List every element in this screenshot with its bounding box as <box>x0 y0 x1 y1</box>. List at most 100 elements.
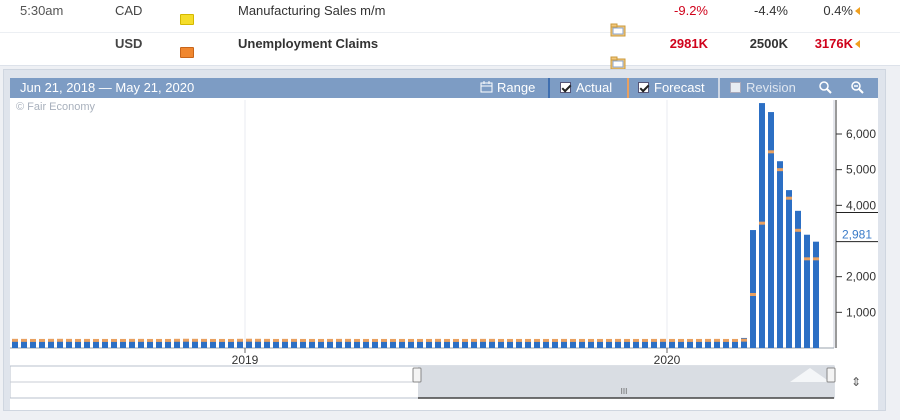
detail-folder-icon[interactable] <box>610 44 626 70</box>
bar-forecast-marker <box>786 196 792 200</box>
forecast-toggle[interactable]: Forecast <box>638 78 705 98</box>
bar-forecast-marker <box>615 338 621 342</box>
bar-forecast-marker <box>345 338 351 342</box>
bar-actual[interactable] <box>750 230 756 348</box>
y-tick-label: 4,000 <box>846 198 876 212</box>
bar-forecast-marker <box>705 338 711 342</box>
bar-forecast-marker <box>741 338 747 342</box>
event-currency: CAD <box>115 3 143 18</box>
revision-toggle-label: Revision <box>746 80 796 95</box>
impact-low-icon[interactable] <box>180 14 194 25</box>
scrollbar-grip-icon[interactable]: III <box>621 387 628 396</box>
x-tick-label: 2019 <box>232 353 259 367</box>
bar-forecast-marker <box>219 338 225 342</box>
range-handle-left[interactable] <box>412 367 422 383</box>
last-value-label: 2,981 <box>842 228 872 242</box>
bar-forecast-marker <box>534 338 540 342</box>
previous-value: 0.4% <box>790 0 860 22</box>
bar-forecast-marker <box>246 338 252 342</box>
actual-toggle-label: Actual <box>576 80 613 95</box>
chart-area: 1,000 2,000 4,000 5,000 6,000 2,981 2019 2020 II… <box>10 98 878 410</box>
bar-forecast-marker <box>201 338 207 342</box>
bar-forecast-marker <box>444 338 450 342</box>
bar-forecast-marker <box>795 228 801 232</box>
bar-forecast-marker <box>237 338 243 342</box>
range-button[interactable]: Range <box>480 78 535 98</box>
bar-forecast-marker <box>552 338 558 342</box>
bar-forecast-marker <box>111 338 117 342</box>
bar-forecast-marker <box>309 338 315 342</box>
bar-forecast-marker <box>498 338 504 342</box>
bar-forecast-marker <box>210 338 216 342</box>
bar-forecast-marker <box>669 338 675 342</box>
impact-medium-icon[interactable] <box>180 47 194 58</box>
bar-chart: 1,000 2,000 4,000 5,000 6,000 2,981 2019 2020 II… <box>10 98 878 399</box>
zoom-out-button[interactable] <box>850 78 864 98</box>
zoom-in-button[interactable] <box>818 78 832 98</box>
checkbox-checked-icon <box>638 82 649 93</box>
bar-forecast-marker <box>372 338 378 342</box>
calendar-icon <box>480 81 493 93</box>
bar-forecast-marker <box>156 338 162 342</box>
revision-toggle[interactable]: Revision <box>730 78 796 98</box>
bar-forecast-marker <box>57 338 63 342</box>
bar-forecast-marker <box>588 338 594 342</box>
bar-forecast-marker <box>21 338 27 342</box>
bar-forecast-marker <box>714 338 720 342</box>
forecast-value: -4.4% <box>754 3 788 18</box>
revision-arrow-icon <box>855 40 860 48</box>
chart-toolbar: Jun 21, 2018 — May 21, 2020 Range Actual… <box>10 78 878 98</box>
zoom-out-icon <box>851 81 864 94</box>
detail-folder-icon[interactable] <box>610 11 626 37</box>
bar-forecast-marker <box>462 338 468 342</box>
bar-forecast-marker <box>777 168 783 172</box>
bar-actual[interactable] <box>777 161 783 348</box>
bar-forecast-marker <box>282 338 288 342</box>
bar-forecast-marker <box>570 338 576 342</box>
bar-forecast-marker <box>300 338 306 342</box>
bar-forecast-marker <box>39 338 45 342</box>
bar-forecast-marker <box>696 338 702 342</box>
bar-forecast-marker <box>48 338 54 342</box>
event-time: 5:30am <box>20 3 64 18</box>
bar-forecast-marker <box>507 338 513 342</box>
previous-value: 3176K <box>790 22 860 55</box>
copyright-text: © Fair Economy <box>16 101 96 113</box>
bar-forecast-marker <box>93 338 99 342</box>
bar-actual[interactable] <box>768 112 774 348</box>
bar-forecast-marker <box>732 338 738 342</box>
bar-forecast-marker <box>354 338 360 342</box>
event-name[interactable]: Unemployment Claims <box>238 22 378 55</box>
bar-actual[interactable] <box>804 234 810 348</box>
toolbar-divider <box>548 78 550 98</box>
bar-forecast-marker <box>579 338 585 342</box>
bar-forecast-marker <box>543 338 549 342</box>
bar-forecast-marker <box>264 338 270 342</box>
bar-forecast-marker <box>147 338 153 342</box>
bar-forecast-marker <box>606 338 612 342</box>
bar-forecast-marker <box>750 293 756 296</box>
bar-forecast-marker <box>336 338 342 342</box>
actual-value: -9.2% <box>674 3 708 18</box>
y-tick-label: 5,000 <box>846 163 876 177</box>
zoom-in-icon <box>819 81 832 94</box>
resize-arrows-icon[interactable]: ⇕ <box>851 375 861 389</box>
actual-value: 2981K <box>669 36 708 51</box>
bar-forecast-marker <box>687 338 693 342</box>
bar-actual[interactable] <box>759 103 765 348</box>
actual-toggle[interactable]: Actual <box>560 78 612 98</box>
bar-forecast-marker <box>516 338 522 342</box>
calendar-row-usd[interactable]: USD Unemployment Claims 2981K 2500K 3176… <box>0 33 900 70</box>
event-name[interactable]: Manufacturing Sales m/m <box>238 0 385 22</box>
bar-forecast-marker <box>768 150 774 154</box>
bar-forecast-marker <box>381 338 387 342</box>
bar-actual[interactable] <box>786 190 792 348</box>
bar-forecast-marker <box>75 338 81 342</box>
calendar-table: 5:30am CAD Manufacturing Sales m/m -9.2%… <box>0 0 900 70</box>
bar-forecast-marker <box>363 338 369 342</box>
event-currency: USD <box>115 36 143 51</box>
range-label: Range <box>497 80 536 95</box>
y-tick-label: 2,000 <box>846 270 876 284</box>
range-handle-right[interactable] <box>826 367 836 383</box>
bar-forecast-marker <box>228 338 234 342</box>
